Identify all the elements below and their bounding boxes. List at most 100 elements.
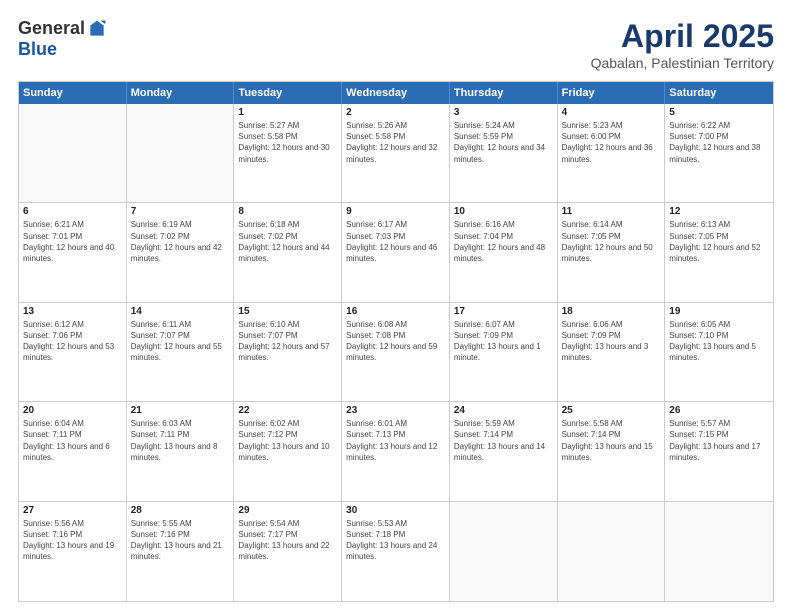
- day-number-12: 12: [669, 206, 769, 217]
- day-cell-0-4: 3 Sunrise: 5:24 AM Sunset: 5:59 PM Daylig…: [450, 104, 558, 202]
- day-info-11: Sunrise: 6:14 AM Sunset: 7:05 PM Dayligh…: [562, 219, 661, 264]
- day-number-18: 18: [562, 306, 661, 317]
- day-cell-1-3: 9 Sunrise: 6:17 AM Sunset: 7:03 PM Daylig…: [342, 203, 450, 301]
- day-cell-2-0: 13 Sunrise: 6:12 AM Sunset: 7:06 PM Dayli…: [19, 303, 127, 401]
- day-cell-0-1: [127, 104, 235, 202]
- day-info-17: Sunrise: 6:07 AM Sunset: 7:09 PM Dayligh…: [454, 319, 553, 364]
- day-info-7: Sunrise: 6:19 AM Sunset: 7:02 PM Dayligh…: [131, 219, 230, 264]
- day-cell-0-2: 1 Sunrise: 5:27 AM Sunset: 5:58 PM Daylig…: [234, 104, 342, 202]
- calendar: Sunday Monday Tuesday Wednesday Thursday…: [18, 81, 774, 602]
- day-info-6: Sunrise: 6:21 AM Sunset: 7:01 PM Dayligh…: [23, 219, 122, 264]
- title-section: April 2025 Qabalan, Palestinian Territor…: [591, 18, 774, 71]
- day-info-21: Sunrise: 6:03 AM Sunset: 7:11 PM Dayligh…: [131, 418, 230, 463]
- calendar-body: 1 Sunrise: 5:27 AM Sunset: 5:58 PM Daylig…: [19, 104, 773, 601]
- day-cell-3-5: 25Sunrise: 5:58 AM Sunset: 7:14 PM Dayli…: [558, 402, 666, 500]
- day-number-27: 27: [23, 505, 122, 516]
- day-cell-1-0: 6 Sunrise: 6:21 AM Sunset: 7:01 PM Daylig…: [19, 203, 127, 301]
- day-number-20: 20: [23, 405, 122, 416]
- day-saturday: Saturday: [665, 82, 773, 104]
- day-number-26: 26: [669, 405, 769, 416]
- day-number-29: 29: [238, 505, 337, 516]
- day-number-23: 23: [346, 405, 445, 416]
- day-number-25: 25: [562, 405, 661, 416]
- day-number-9: 9: [346, 206, 445, 217]
- location: Qabalan, Palestinian Territory: [591, 55, 774, 71]
- week-row-0: 1 Sunrise: 5:27 AM Sunset: 5:58 PM Daylig…: [19, 104, 773, 203]
- week-row-4: 27Sunrise: 5:56 AM Sunset: 7:16 PM Dayli…: [19, 502, 773, 601]
- day-info-16: Sunrise: 6:08 AM Sunset: 7:08 PM Dayligh…: [346, 319, 445, 364]
- day-number-5: 5: [669, 107, 769, 118]
- day-cell-0-3: 2Sunrise: 5:26 AM Sunset: 5:58 PM Daylig…: [342, 104, 450, 202]
- day-cell-1-1: 7 Sunrise: 6:19 AM Sunset: 7:02 PM Daylig…: [127, 203, 235, 301]
- day-cell-3-1: 21Sunrise: 6:03 AM Sunset: 7:11 PM Dayli…: [127, 402, 235, 500]
- day-number-24: 24: [454, 405, 553, 416]
- day-number-11: 11: [562, 206, 661, 217]
- day-number-17: 17: [454, 306, 553, 317]
- day-number-2: 2: [346, 107, 445, 118]
- day-monday: Monday: [127, 82, 235, 104]
- day-number-15: 15: [238, 306, 337, 317]
- day-cell-3-4: 24 Sunrise: 5:59 AM Sunset: 7:14 PM Dayli…: [450, 402, 558, 500]
- day-number-22: 22: [238, 405, 337, 416]
- logo-icon: [87, 19, 107, 39]
- day-cell-4-4: [450, 502, 558, 601]
- day-number-1: 1: [238, 107, 337, 118]
- day-cell-1-5: 11 Sunrise: 6:14 AM Sunset: 7:05 PM Dayli…: [558, 203, 666, 301]
- week-row-2: 13 Sunrise: 6:12 AM Sunset: 7:06 PM Dayli…: [19, 303, 773, 402]
- day-tuesday: Tuesday: [234, 82, 342, 104]
- day-info-22: Sunrise: 6:02 AM Sunset: 7:12 PM Dayligh…: [238, 418, 337, 463]
- day-info-9: Sunrise: 6:17 AM Sunset: 7:03 PM Dayligh…: [346, 219, 445, 264]
- page-header: General Blue April 2025 Qabalan, Palesti…: [18, 18, 774, 71]
- day-number-6: 6: [23, 206, 122, 217]
- day-cell-3-6: 26 Sunrise: 5:57 AM Sunset: 7:15 PM Dayli…: [665, 402, 773, 500]
- day-number-8: 8: [238, 206, 337, 217]
- logo-general: General: [18, 18, 85, 39]
- calendar-header: Sunday Monday Tuesday Wednesday Thursday…: [19, 82, 773, 104]
- day-info-20: Sunrise: 6:04 AM Sunset: 7:11 PM Dayligh…: [23, 418, 122, 463]
- day-number-28: 28: [131, 505, 230, 516]
- week-row-1: 6 Sunrise: 6:21 AM Sunset: 7:01 PM Daylig…: [19, 203, 773, 302]
- day-cell-0-6: 5 Sunrise: 6:22 AM Sunset: 7:00 PM Daylig…: [665, 104, 773, 202]
- day-number-7: 7: [131, 206, 230, 217]
- day-info-26: Sunrise: 5:57 AM Sunset: 7:15 PM Dayligh…: [669, 418, 769, 463]
- day-cell-3-0: 20 Sunrise: 6:04 AM Sunset: 7:11 PM Dayli…: [19, 402, 127, 500]
- day-cell-2-3: 16 Sunrise: 6:08 AM Sunset: 7:08 PM Dayli…: [342, 303, 450, 401]
- day-number-3: 3: [454, 107, 553, 118]
- day-number-4: 4: [562, 107, 661, 118]
- day-number-19: 19: [669, 306, 769, 317]
- day-info-10: Sunrise: 6:16 AM Sunset: 7:04 PM Dayligh…: [454, 219, 553, 264]
- day-info-13: Sunrise: 6:12 AM Sunset: 7:06 PM Dayligh…: [23, 319, 122, 364]
- day-cell-1-4: 10Sunrise: 6:16 AM Sunset: 7:04 PM Dayli…: [450, 203, 558, 301]
- day-cell-1-2: 8 Sunrise: 6:18 AM Sunset: 7:02 PM Daylig…: [234, 203, 342, 301]
- page-container: General Blue April 2025 Qabalan, Palesti…: [0, 0, 792, 612]
- day-cell-2-6: 19 Sunrise: 6:05 AM Sunset: 7:10 PM Dayli…: [665, 303, 773, 401]
- month-title: April 2025: [591, 18, 774, 55]
- day-cell-4-0: 27Sunrise: 5:56 AM Sunset: 7:16 PM Dayli…: [19, 502, 127, 601]
- day-info-4: Sunrise: 5:23 AM Sunset: 6:00 PM Dayligh…: [562, 120, 661, 165]
- day-number-16: 16: [346, 306, 445, 317]
- day-info-3: Sunrise: 5:24 AM Sunset: 5:59 PM Dayligh…: [454, 120, 553, 165]
- week-row-3: 20 Sunrise: 6:04 AM Sunset: 7:11 PM Dayli…: [19, 402, 773, 501]
- day-info-19: Sunrise: 6:05 AM Sunset: 7:10 PM Dayligh…: [669, 319, 769, 364]
- day-info-24: Sunrise: 5:59 AM Sunset: 7:14 PM Dayligh…: [454, 418, 553, 463]
- day-friday: Friday: [558, 82, 666, 104]
- day-cell-2-1: 14Sunrise: 6:11 AM Sunset: 7:07 PM Dayli…: [127, 303, 235, 401]
- day-cell-2-5: 18 Sunrise: 6:06 AM Sunset: 7:09 PM Dayli…: [558, 303, 666, 401]
- day-info-12: Sunrise: 6:13 AM Sunset: 7:05 PM Dayligh…: [669, 219, 769, 264]
- day-cell-0-5: 4 Sunrise: 5:23 AM Sunset: 6:00 PM Daylig…: [558, 104, 666, 202]
- day-cell-2-4: 17 Sunrise: 6:07 AM Sunset: 7:09 PM Dayli…: [450, 303, 558, 401]
- day-info-5: Sunrise: 6:22 AM Sunset: 7:00 PM Dayligh…: [669, 120, 769, 165]
- day-info-8: Sunrise: 6:18 AM Sunset: 7:02 PM Dayligh…: [238, 219, 337, 264]
- day-info-1: Sunrise: 5:27 AM Sunset: 5:58 PM Dayligh…: [238, 120, 337, 165]
- day-cell-4-5: [558, 502, 666, 601]
- day-cell-3-2: 22 Sunrise: 6:02 AM Sunset: 7:12 PM Dayli…: [234, 402, 342, 500]
- day-number-14: 14: [131, 306, 230, 317]
- logo-blue: Blue: [18, 39, 57, 60]
- day-number-13: 13: [23, 306, 122, 317]
- day-info-18: Sunrise: 6:06 AM Sunset: 7:09 PM Dayligh…: [562, 319, 661, 364]
- day-cell-4-2: 29Sunrise: 5:54 AM Sunset: 7:17 PM Dayli…: [234, 502, 342, 601]
- logo: General Blue: [18, 18, 107, 60]
- day-info-15: Sunrise: 6:10 AM Sunset: 7:07 PM Dayligh…: [238, 319, 337, 364]
- day-sunday: Sunday: [19, 82, 127, 104]
- day-cell-4-3: 30Sunrise: 5:53 AM Sunset: 7:18 PM Dayli…: [342, 502, 450, 601]
